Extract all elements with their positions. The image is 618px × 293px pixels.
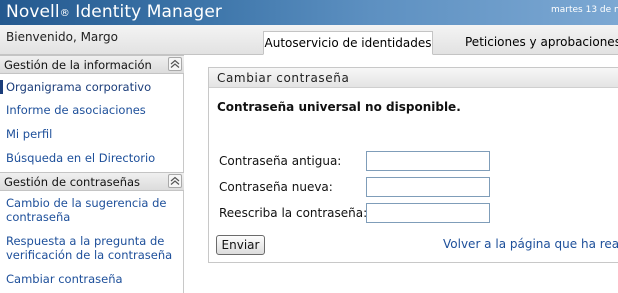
tab-requests-approvals[interactable]: Peticiones y aprobaciones bbox=[455, 31, 618, 55]
status-message: Contraseña universal no disponible. bbox=[217, 100, 461, 114]
app-title: Novell® Identity Manager bbox=[6, 1, 222, 23]
tab-identity-self-service[interactable]: Autoservicio de identidades bbox=[263, 31, 433, 55]
sidebar: Gestión de la información Organigrama co… bbox=[0, 55, 184, 293]
header-banner: Novell® Identity Manager martes 13 de m bbox=[0, 0, 618, 25]
old-password-label: Contraseña antigua: bbox=[219, 154, 342, 168]
welcome-message: Bienvenido, Margo bbox=[6, 30, 118, 44]
new-password-field[interactable] bbox=[366, 177, 490, 197]
sidebar-item-change-password-hint[interactable]: Cambio de la sugerencia de contraseña bbox=[6, 196, 178, 224]
panel-title-bar: Cambiar contraseña bbox=[209, 68, 618, 88]
double-chevron-up-icon[interactable] bbox=[168, 174, 182, 188]
panel-title: Cambiar contraseña bbox=[217, 71, 350, 85]
sidebar-section-information-management[interactable]: Gestión de la información bbox=[0, 55, 184, 74]
confirm-password-label: Reescriba la contraseña: bbox=[219, 206, 368, 220]
sidebar-section-label: Gestión de contraseñas bbox=[4, 175, 141, 189]
sidebar-item-directory-search[interactable]: Búsqueda en el Directorio bbox=[6, 151, 178, 165]
tab-bar: Bienvenido, Margo Autoservicio de identi… bbox=[0, 25, 618, 55]
sidebar-item-change-password[interactable]: Cambiar contraseña bbox=[6, 272, 178, 286]
old-password-field[interactable] bbox=[366, 151, 490, 171]
sidebar-item-association-report[interactable]: Informe de asociaciones bbox=[6, 103, 178, 117]
product-name: Identity Manager bbox=[69, 2, 222, 22]
header-date: martes 13 de m bbox=[551, 5, 618, 15]
double-chevron-up-icon[interactable] bbox=[168, 57, 182, 71]
sidebar-item-my-profile[interactable]: Mi perfil bbox=[6, 127, 178, 141]
sidebar-section-label: Gestión de la información bbox=[4, 58, 152, 72]
sidebar-item-org-chart[interactable]: Organigrama corporativo bbox=[0, 80, 172, 94]
change-password-panel: Cambiar contraseña Contraseña universal … bbox=[208, 67, 618, 263]
brand-name: Novell bbox=[6, 2, 60, 22]
submit-button[interactable]: Enviar bbox=[216, 235, 265, 255]
new-password-label: Contraseña nueva: bbox=[219, 180, 333, 194]
sidebar-item-challenge-response[interactable]: Respuesta a la pregunta de verificación … bbox=[6, 234, 178, 262]
registered-mark: ® bbox=[59, 8, 70, 19]
back-link[interactable]: Volver a la página que ha realt bbox=[443, 237, 618, 251]
confirm-password-field[interactable] bbox=[366, 203, 490, 223]
sidebar-section-password-management[interactable]: Gestión de contraseñas bbox=[0, 172, 184, 191]
